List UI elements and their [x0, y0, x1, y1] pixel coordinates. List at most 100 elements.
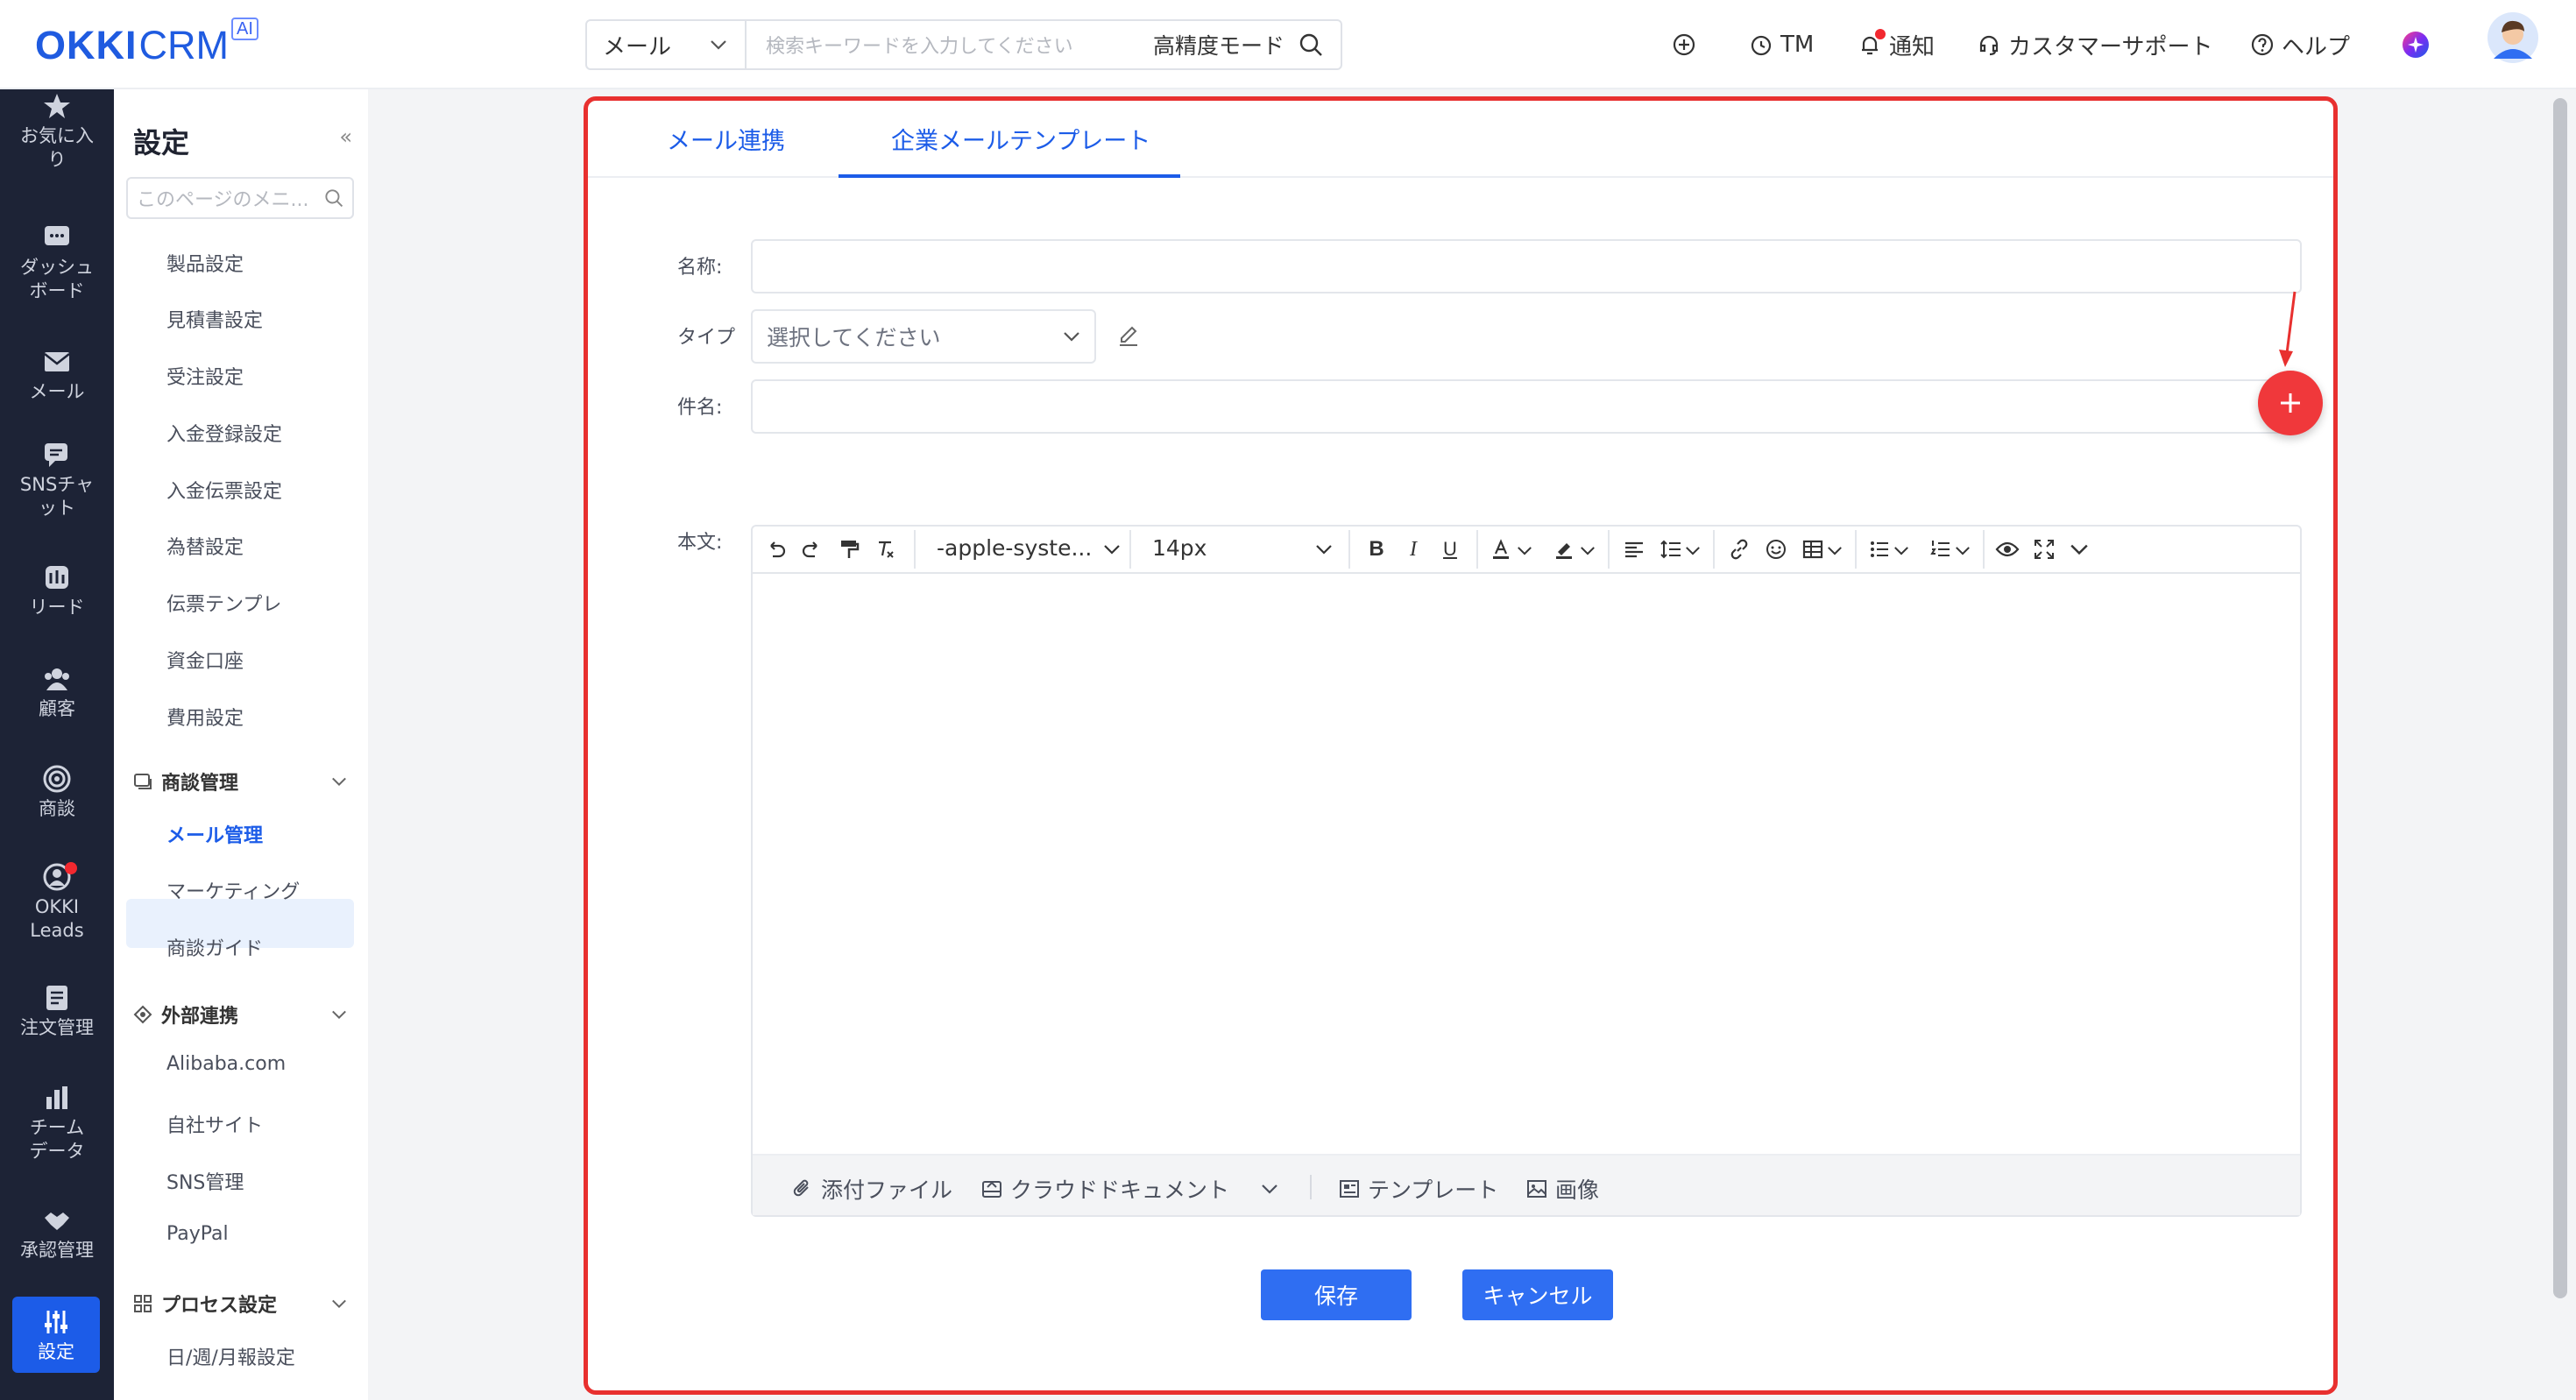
- type-label: タイプ: [677, 327, 736, 349]
- sidebar-item-fund-account[interactable]: 資金口座: [166, 646, 244, 674]
- preview-button[interactable]: [1995, 537, 2020, 562]
- sidebar-group-external[interactable]: 外部連携: [133, 1001, 357, 1029]
- nav-dashboard[interactable]: ダッシュボード: [0, 223, 114, 303]
- bar-chart-icon: [46, 1086, 67, 1109]
- line-height-button[interactable]: [1659, 537, 1683, 562]
- help-button[interactable]: ヘルプ: [2250, 25, 2350, 65]
- sidebar-item-alibaba[interactable]: Alibaba.com: [166, 1053, 286, 1075]
- bullet-list-icon: [1871, 541, 1888, 557]
- sidebar-title: 設定: [133, 126, 190, 159]
- sidebar-item-payment-slip[interactable]: 入金伝票設定: [166, 476, 282, 504]
- add-variable-button[interactable]: [2258, 371, 2323, 435]
- font-color-button[interactable]: [1489, 537, 1513, 562]
- ai-assistant-button[interactable]: [2401, 25, 2438, 65]
- font-family-select[interactable]: -apple-syste...: [937, 535, 1092, 561]
- redo-button[interactable]: [800, 537, 824, 562]
- sidebar-item-report-settings[interactable]: 日/週/月報設定: [166, 1342, 295, 1370]
- nav-customers[interactable]: 顧客: [0, 664, 114, 721]
- nav-settings[interactable]: 設定: [12, 1297, 100, 1373]
- nav-leads[interactable]: リード: [0, 562, 114, 619]
- undo-button[interactable]: [763, 537, 788, 562]
- settings-sliders-icon: [45, 1311, 67, 1333]
- add-button[interactable]: [1672, 25, 1703, 65]
- insert-template-button[interactable]: テンプレート: [1338, 1173, 1498, 1205]
- clear-format-button[interactable]: [874, 537, 898, 562]
- logo-crm: CRM: [138, 23, 229, 67]
- chevron-down-icon: [1956, 547, 1970, 555]
- align-button[interactable]: [1622, 537, 1646, 562]
- sidebar-item-slip-template[interactable]: 伝票テンプレ: [166, 589, 281, 617]
- orders-icon: [46, 986, 67, 1010]
- sidebar-group-deal[interactable]: 商談管理: [133, 767, 357, 795]
- sidebar-item-marketing[interactable]: マーケティング: [166, 876, 300, 904]
- subject-input[interactable]: [751, 379, 2302, 434]
- bullet-list-button[interactable]: [1867, 537, 1892, 562]
- app-logo[interactable]: OKKI CRM AI: [35, 18, 258, 68]
- notification-label: 通知: [1889, 33, 1936, 60]
- sidebar-group-process[interactable]: プロセス設定: [133, 1290, 357, 1318]
- nav-mail[interactable]: メール: [0, 347, 114, 404]
- page-scrollbar[interactable]: [2546, 89, 2576, 1400]
- search-icon[interactable]: [1299, 32, 1323, 57]
- highlight-color-button[interactable]: [1552, 537, 1576, 562]
- fullscreen-button[interactable]: [2032, 537, 2056, 562]
- attach-file-button[interactable]: 添付ファイル: [791, 1173, 952, 1205]
- tm-button[interactable]: TM: [1749, 25, 1814, 65]
- tab-enterprise-mail-template[interactable]: 企業メールテンプレート: [891, 122, 1150, 156]
- format-painter-button[interactable]: [837, 537, 861, 562]
- nav-label: 設定: [38, 1341, 74, 1362]
- nav-team-data[interactable]: チームデータ: [0, 1083, 114, 1163]
- image-icon: [1527, 1180, 1546, 1198]
- table-button[interactable]: [1801, 537, 1825, 562]
- sidebar-group-label: 商談管理: [161, 773, 239, 795]
- nav-sns-chat[interactable]: SNSチャット: [0, 440, 114, 520]
- nav-favorites[interactable]: お気に入り: [0, 91, 114, 172]
- nav-okki-leads[interactable]: OKKI Leads: [0, 862, 114, 943]
- sidebar-item-product[interactable]: 製品設定: [166, 249, 244, 277]
- sidebar-item-quote[interactable]: 見積書設定: [166, 305, 263, 333]
- subject-label: 件名:: [677, 397, 723, 419]
- name-input[interactable]: [751, 239, 2302, 293]
- sidebar-item-exchange[interactable]: 為替設定: [166, 532, 244, 560]
- sidebar-item-expense[interactable]: 費用設定: [166, 703, 244, 731]
- sidebar-item-payment-record[interactable]: 入金登録設定: [166, 419, 282, 447]
- sidebar-item-mail-management[interactable]: メール管理: [166, 820, 263, 848]
- type-select[interactable]: 選択してください: [751, 309, 1096, 364]
- font-size-select[interactable]: 14px: [1152, 535, 1207, 561]
- sidebar-menu-search[interactable]: このページのメニ...: [126, 177, 354, 219]
- scrollbar-thumb[interactable]: [2553, 98, 2567, 1298]
- save-button[interactable]: 保存: [1261, 1269, 1412, 1320]
- link-button[interactable]: [1727, 537, 1752, 562]
- sidebar-item-paypal[interactable]: PayPal: [166, 1223, 229, 1245]
- more-tools-button[interactable]: [2067, 537, 2091, 562]
- insert-image-button[interactable]: 画像: [1525, 1173, 1599, 1205]
- collapse-sidebar-button[interactable]: «: [339, 124, 352, 149]
- edit-pencil-icon[interactable]: [1115, 323, 1142, 350]
- sidebar-item-deal-guide[interactable]: 商談ガイド: [166, 933, 263, 961]
- emoji-button[interactable]: [1764, 537, 1788, 562]
- cancel-button[interactable]: キャンセル: [1462, 1269, 1613, 1320]
- search-input[interactable]: 検索キーワードを入力してください: [747, 31, 1153, 59]
- nav-orders[interactable]: 注文管理: [0, 983, 114, 1040]
- editor-content-area[interactable]: [753, 574, 2300, 1156]
- bold-icon: B: [1369, 537, 1384, 561]
- sidebar-item-order[interactable]: 受注設定: [166, 362, 244, 390]
- bold-button[interactable]: B: [1364, 537, 1389, 562]
- nav-deals[interactable]: 商談: [0, 764, 114, 821]
- chevron-down-icon: [1894, 547, 1908, 555]
- sidebar-item-own-site[interactable]: 自社サイト: [166, 1110, 263, 1138]
- toolbar-divider: [914, 530, 916, 569]
- footer-divider: [1310, 1175, 1312, 1199]
- underline-button[interactable]: U: [1438, 537, 1462, 562]
- numbered-list-button[interactable]: [1928, 537, 1953, 562]
- notification-button[interactable]: 通知: [1858, 25, 1935, 65]
- precision-mode-toggle[interactable]: 高精度モード: [1153, 29, 1284, 60]
- sidebar-item-sns-management[interactable]: SNS管理: [166, 1167, 244, 1195]
- cloud-document-button[interactable]: クラウドドキュメント: [980, 1173, 1285, 1205]
- search-scope-select[interactable]: メール: [587, 21, 747, 68]
- user-avatar[interactable]: [2487, 12, 2546, 63]
- support-button[interactable]: カスタマーサポート: [1977, 25, 2212, 65]
- tab-mail-integration[interactable]: メール連携: [667, 122, 785, 156]
- italic-button[interactable]: I: [1401, 537, 1426, 562]
- nav-approvals[interactable]: 承認管理: [0, 1206, 114, 1262]
